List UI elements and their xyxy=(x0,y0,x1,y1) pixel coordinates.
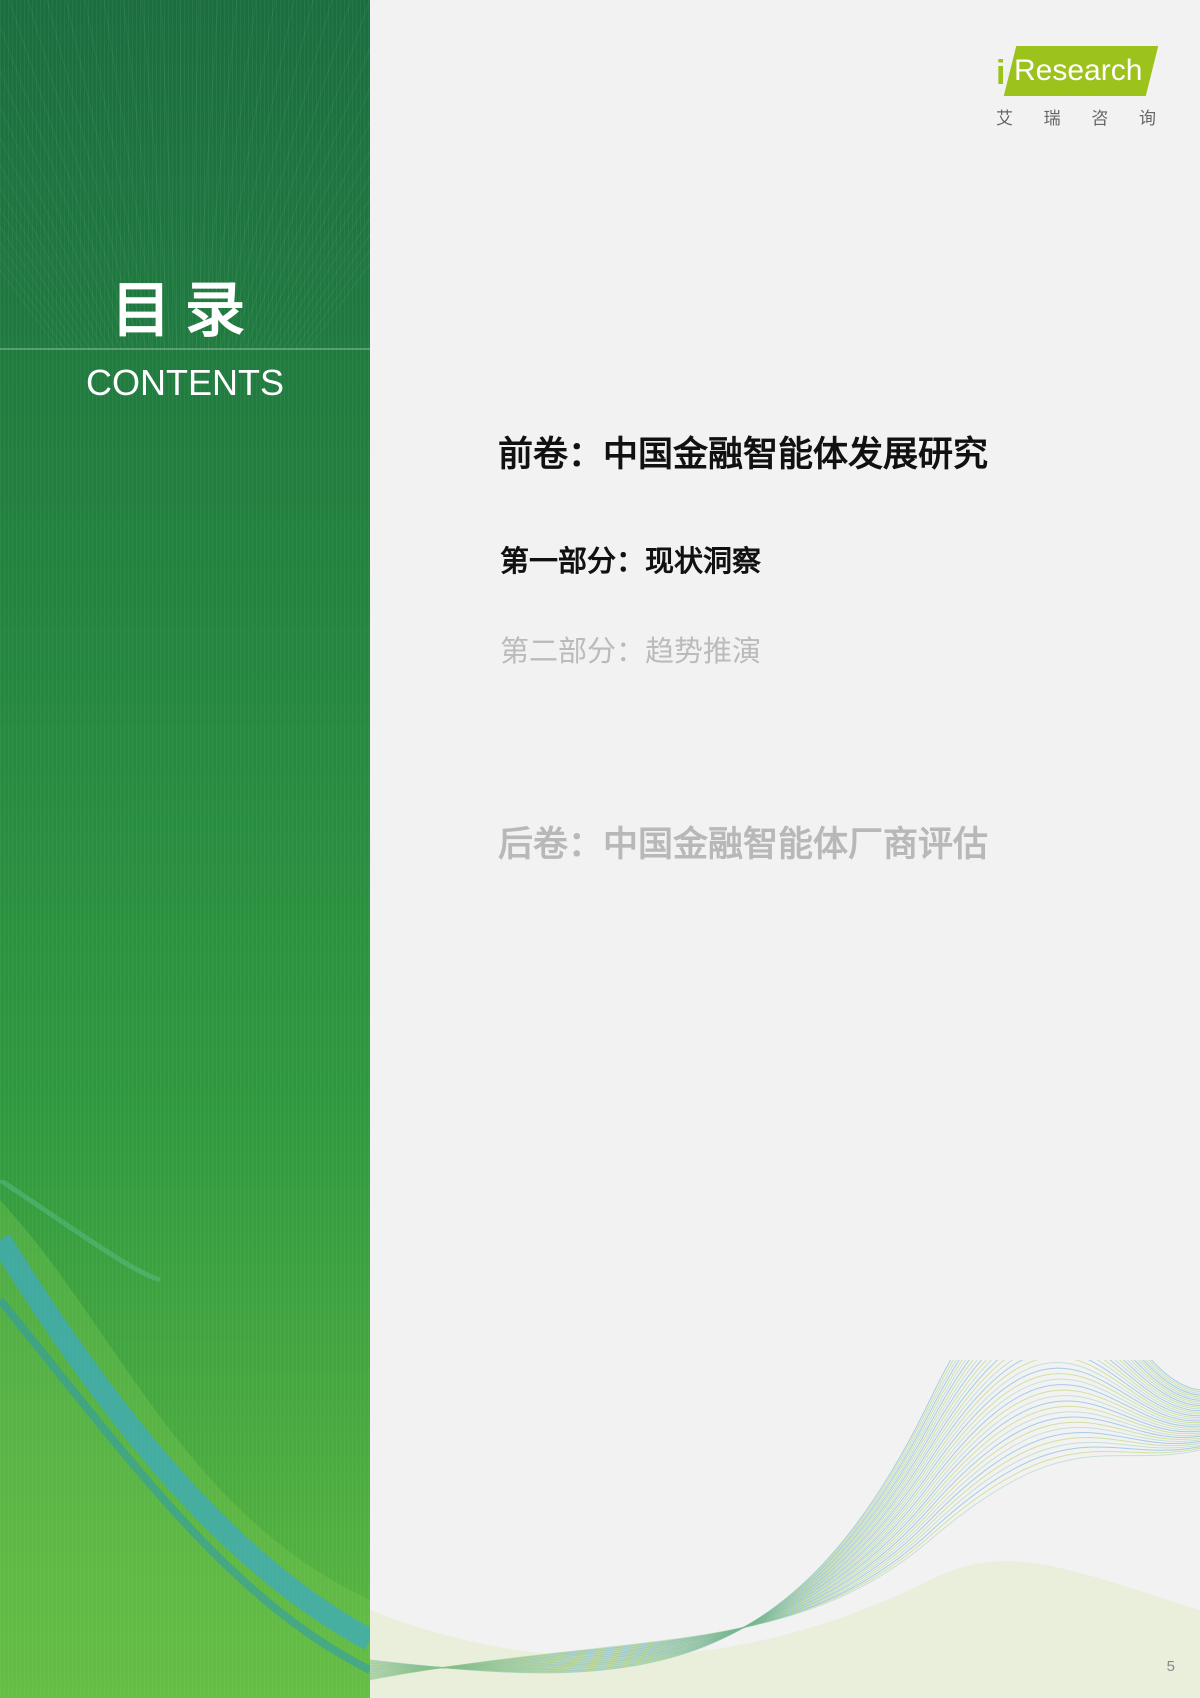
bottom-wave-decoration xyxy=(370,1360,1200,1698)
logo-cn-char: 询 xyxy=(1138,109,1156,129)
toc-title: 目录 xyxy=(111,276,259,346)
sidebar-panel: 目录 CONTENTS xyxy=(0,0,370,1698)
iresearch-logo: i Research 艾 瑞 咨 询 xyxy=(996,44,1159,129)
toc-subtitle: CONTENTS xyxy=(86,362,284,403)
toc-part-two[interactable]: 第二部分：趋势推演 xyxy=(500,628,761,670)
logo-cn-char: 咨 xyxy=(1091,109,1109,129)
sidebar-wave-decoration xyxy=(0,1180,370,1698)
logo-cn-char: 瑞 xyxy=(1043,109,1061,129)
toc-back-volume[interactable]: 后卷：中国金融智能体厂商评估 xyxy=(498,816,988,867)
wave-band xyxy=(370,1561,1200,1698)
toc-part-one[interactable]: 第一部分：现状洞察 xyxy=(500,538,761,580)
logo-chinese-name: 艾 瑞 咨 询 xyxy=(996,104,1156,129)
logo-brand-text: Research xyxy=(1014,54,1143,87)
logo-letter-i: i xyxy=(996,54,1006,92)
toc-front-volume[interactable]: 前卷：中国金融智能体发展研究 xyxy=(498,426,988,477)
logo-cn-char: 艾 xyxy=(996,109,1013,129)
page-number: 5 xyxy=(1166,1658,1175,1675)
